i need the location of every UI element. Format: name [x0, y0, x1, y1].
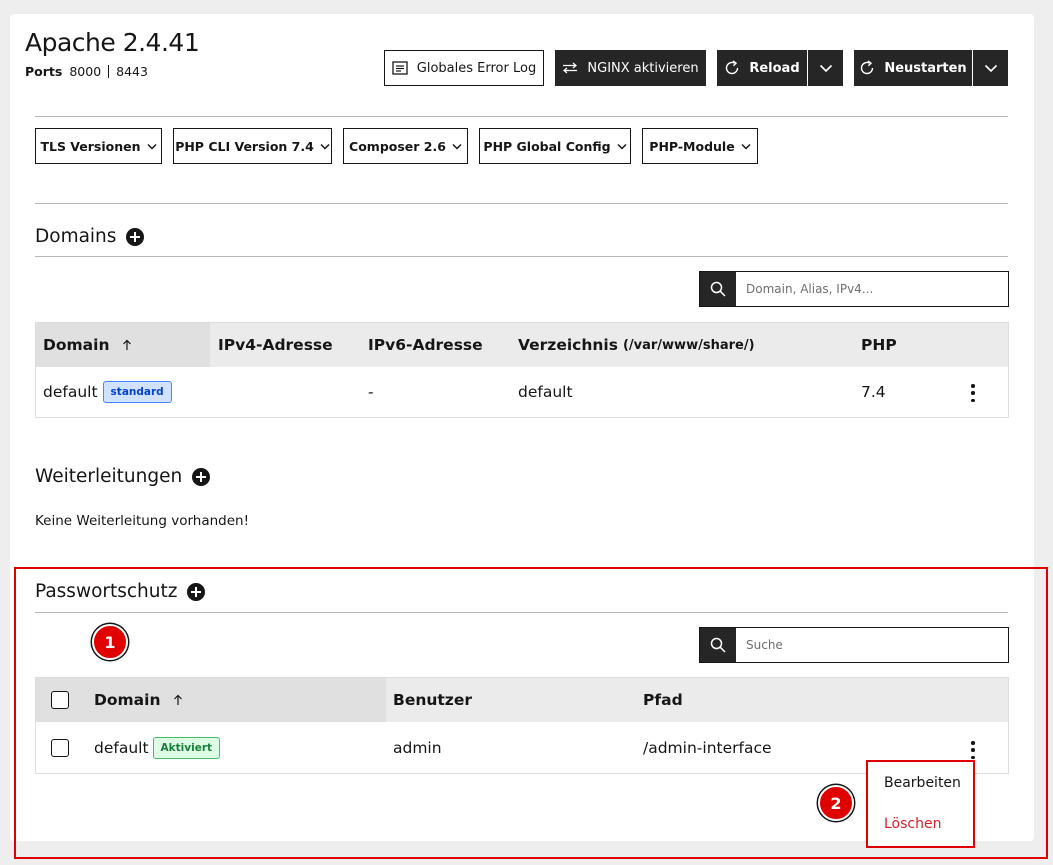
php-global-config-dropdown[interactable]: PHP Global Config — [479, 128, 631, 164]
directory-cell: default — [518, 383, 573, 401]
refresh-icon — [726, 60, 739, 75]
redirects-title: Weiterleitungen — [35, 466, 183, 487]
tls-versions-label: TLS Versionen — [40, 138, 141, 154]
ports-label: Ports — [25, 64, 63, 79]
search-icon[interactable] — [700, 272, 736, 306]
menu-item-delete[interactable]: Löschen — [884, 816, 941, 832]
column-header-ipv6[interactable]: IPv6-Adresse — [368, 323, 483, 367]
domain-search — [699, 271, 1009, 307]
add-redirect-icon[interactable] — [192, 467, 211, 486]
nginx-activate-label: NGINX aktivieren — [587, 60, 699, 76]
chevron-down-icon — [984, 64, 997, 72]
chevron-down-icon — [819, 64, 832, 72]
page-title: Apache 2.4.41 — [25, 28, 200, 57]
config-divider — [35, 203, 1008, 204]
domains-title: Domains — [35, 226, 117, 247]
ports-separator — [108, 65, 110, 78]
domains-heading: Domains — [35, 226, 145, 247]
column-header-domain[interactable]: Domain — [43, 323, 132, 367]
column-header-php[interactable]: PHP — [861, 323, 897, 367]
document-icon — [392, 61, 408, 75]
column-directory-label: Verzeichnis — [518, 336, 618, 354]
redirects-heading: Weiterleitungen — [35, 466, 211, 487]
domain-cell: default standard — [43, 367, 172, 417]
reload-label: Reload — [749, 60, 800, 76]
overflow-menu-icon[interactable] — [970, 384, 976, 402]
column-header-directory[interactable]: Verzeichnis (/var/www/share/) — [518, 323, 755, 367]
reload-button[interactable]: Reload — [717, 50, 807, 86]
composer-dropdown[interactable]: Composer 2.6 — [343, 128, 468, 164]
header-divider — [35, 116, 1008, 117]
redirects-empty-text: Keine Weiterleitung vorhanden! — [35, 513, 250, 529]
reload-options-button[interactable] — [808, 50, 843, 86]
php-global-config-label: PHP Global Config — [483, 138, 611, 154]
row-context-menu: Bearbeiten Löschen — [866, 760, 975, 848]
php-cli-version-dropdown[interactable]: PHP CLI Version 7.4 — [173, 128, 332, 164]
chevron-down-icon — [741, 143, 751, 150]
port-http: 8000 — [69, 64, 102, 79]
chevron-down-icon — [617, 143, 627, 150]
domain-search-input[interactable] — [736, 272, 1008, 306]
error-log-label: Globales Error Log — [416, 60, 537, 76]
nginx-activate-button[interactable]: NGINX aktivieren — [555, 50, 706, 86]
php-cell: 7.4 — [861, 383, 886, 401]
refresh-icon — [861, 60, 874, 75]
error-log-button[interactable]: Globales Error Log — [384, 50, 544, 86]
php-cli-version-label: PHP CLI Version 7.4 — [175, 138, 314, 154]
php-modules-label: PHP-Module — [649, 138, 735, 154]
port-https: 8443 — [116, 64, 148, 79]
menu-item-edit[interactable]: Bearbeiten — [884, 775, 961, 791]
arrow-up-icon — [123, 339, 132, 350]
column-header-ipv4[interactable]: IPv4-Adresse — [218, 323, 333, 367]
chevron-down-icon — [452, 143, 462, 150]
swap-arrows-icon — [563, 62, 578, 74]
restart-button[interactable]: Neustarten — [854, 50, 972, 86]
chevron-down-icon — [320, 143, 330, 150]
composer-label: Composer 2.6 — [349, 138, 446, 154]
add-domain-icon[interactable] — [126, 227, 145, 246]
domains-divider — [35, 256, 1008, 257]
status-badge: standard — [102, 381, 172, 403]
ipv6-cell: - — [368, 383, 374, 401]
column-domain-label: Domain — [43, 336, 110, 354]
domains-table: Domain IPv4-Adresse IPv6-Adresse Verzeic… — [35, 322, 1009, 418]
column-directory-path: (/var/www/share/) — [622, 337, 755, 353]
restart-label: Neustarten — [884, 60, 967, 76]
annotation-marker-2: 2 — [818, 785, 854, 821]
restart-options-button[interactable] — [973, 50, 1008, 86]
php-modules-dropdown[interactable]: PHP-Module — [642, 128, 758, 164]
ports-info: Ports 8000 8443 — [25, 64, 148, 79]
tls-versions-dropdown[interactable]: TLS Versionen — [35, 128, 162, 164]
chevron-down-icon — [147, 143, 157, 150]
annotation-marker-1: 1 — [92, 624, 128, 660]
domain-name: default — [43, 383, 98, 401]
